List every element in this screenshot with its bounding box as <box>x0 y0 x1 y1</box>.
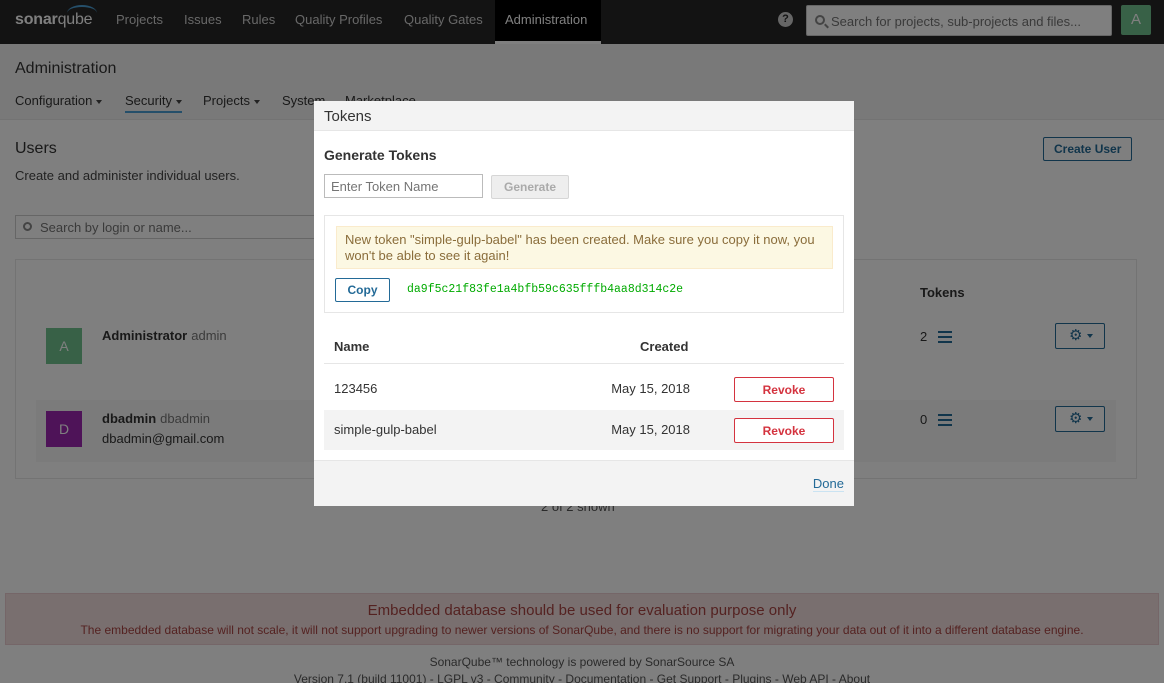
copy-button[interactable]: Copy <box>335 278 390 302</box>
token-created: May 15, 2018 <box>611 381 690 396</box>
modal-footer: Done <box>314 460 854 506</box>
new-token-panel: New token "simple-gulp-babel" has been c… <box>324 215 844 313</box>
token-value[interactable]: da9f5c21f83fe1a4bfb59c635fffb4aa8d314c2e <box>407 283 683 296</box>
modal-header: Tokens <box>314 101 854 131</box>
table-row: simple-gulp-babel May 15, 2018 Revoke <box>324 410 844 450</box>
done-link[interactable]: Done <box>812 476 844 492</box>
table-divider <box>324 363 844 364</box>
table-row: 123456 May 15, 2018 Revoke <box>324 369 844 409</box>
generate-button[interactable]: Generate <box>491 175 569 199</box>
column-header-name: Name <box>334 339 370 354</box>
generate-tokens-heading: Generate Tokens <box>324 147 437 163</box>
tokens-modal: Tokens Generate Tokens Generate New toke… <box>314 101 854 506</box>
modal-title: Tokens <box>324 108 372 125</box>
token-name: simple-gulp-babel <box>334 422 437 437</box>
column-header-created: Created <box>640 339 689 354</box>
revoke-button[interactable]: Revoke <box>734 418 834 443</box>
token-created: May 15, 2018 <box>611 422 690 437</box>
token-name-input[interactable] <box>324 174 483 198</box>
revoke-button[interactable]: Revoke <box>734 377 834 402</box>
new-token-alert: New token "simple-gulp-babel" has been c… <box>336 226 833 269</box>
token-name: 123456 <box>334 381 378 396</box>
